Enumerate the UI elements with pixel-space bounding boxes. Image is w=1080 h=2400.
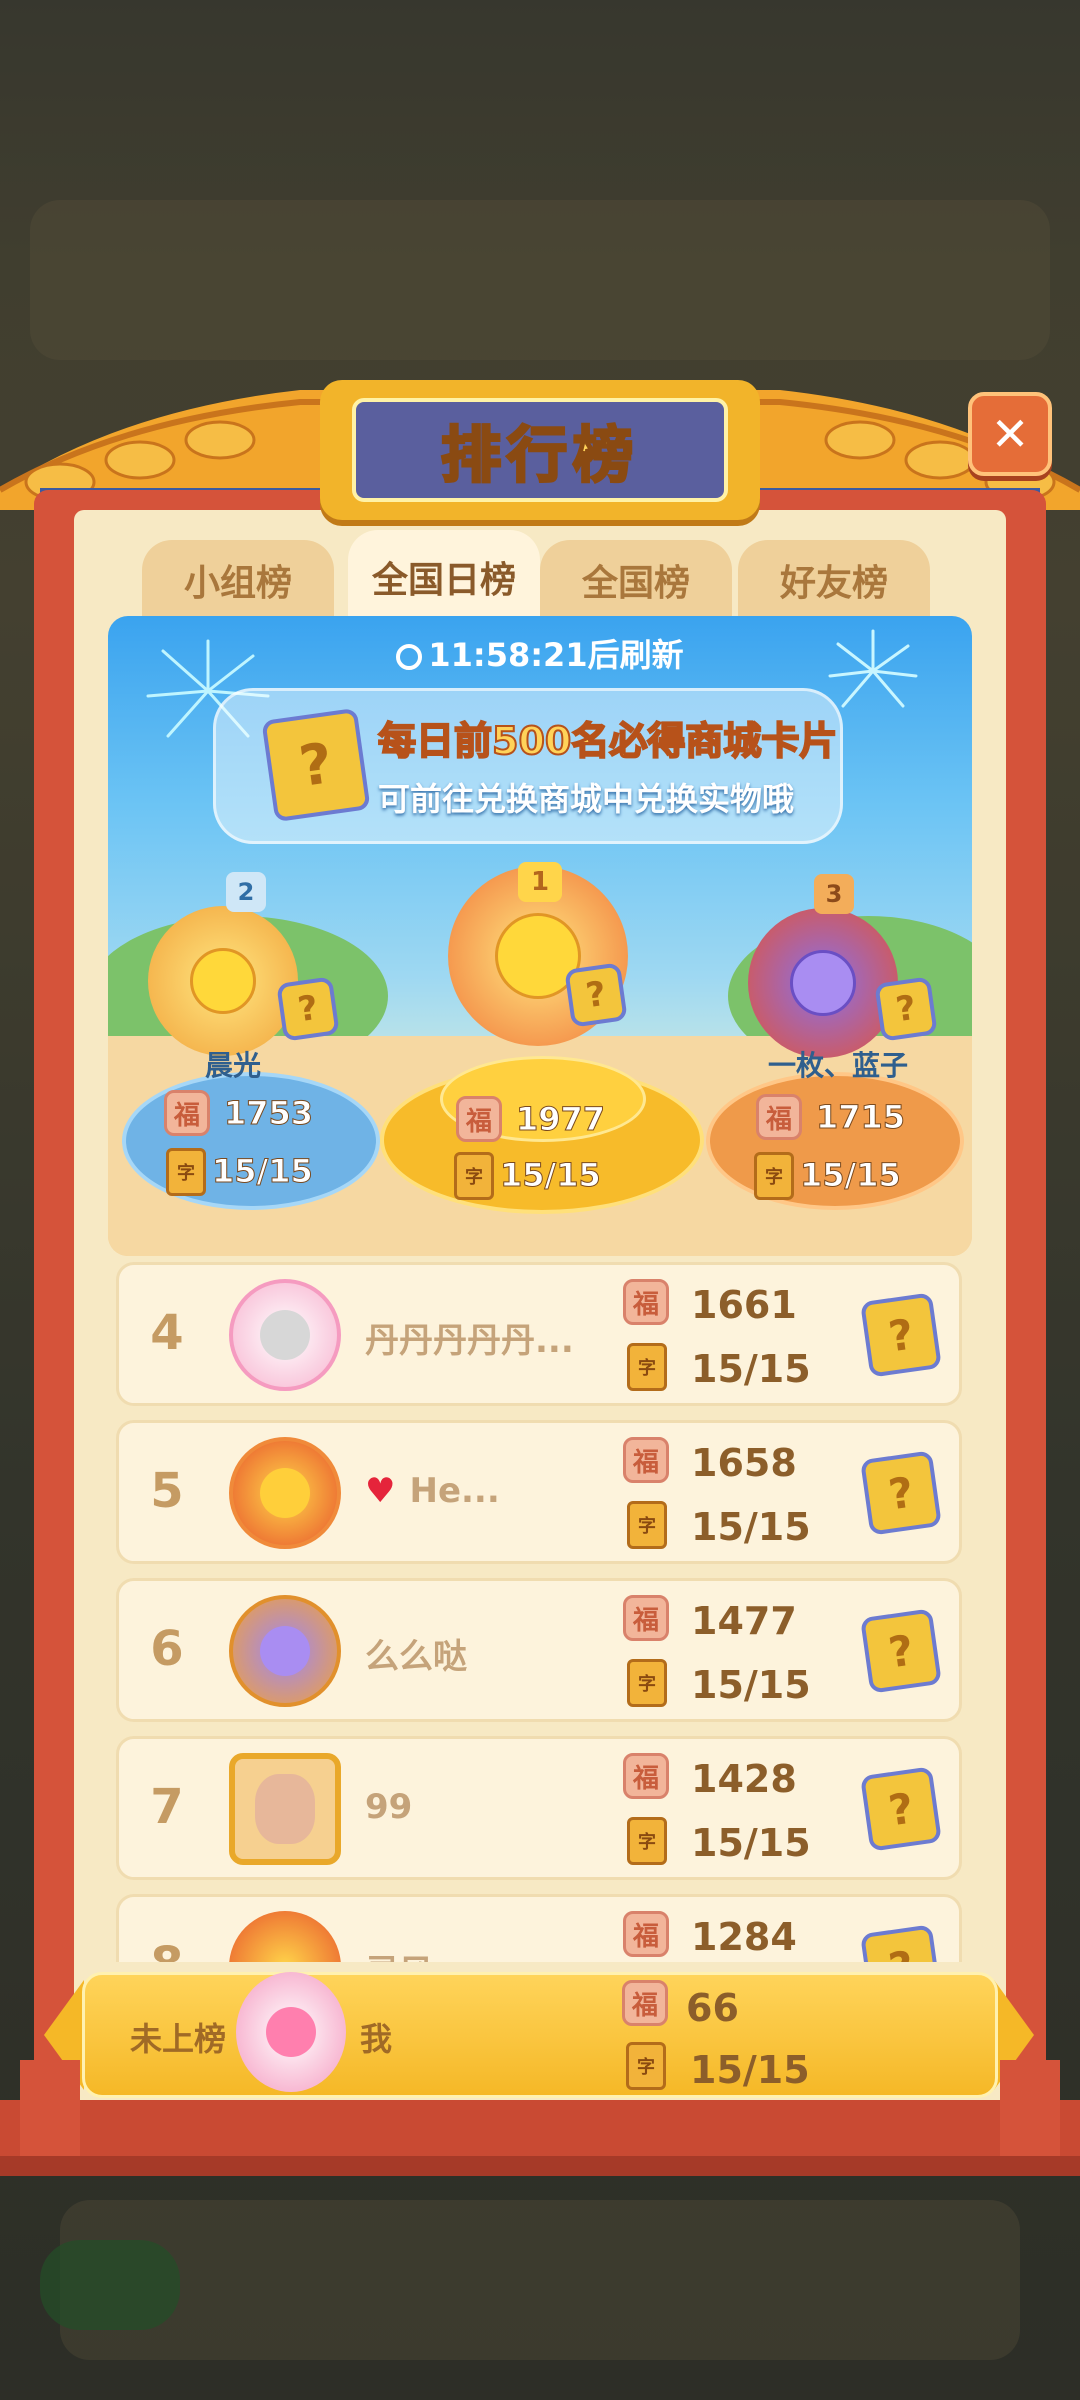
podium-score-second: 1753	[223, 1094, 314, 1133]
promo-line-1: 每日前500名必得商城卡片	[377, 718, 838, 764]
book-icon: 字	[627, 1817, 667, 1865]
avatar	[229, 1279, 341, 1391]
player-name: 丹丹丹丹丹...	[365, 1321, 574, 1361]
player-name-wrap: ♥ He...	[365, 1471, 605, 1511]
my-rank-label: 未上榜	[130, 2020, 227, 2058]
fortune-coin-icon: 福	[456, 1096, 502, 1142]
avatar-third	[748, 908, 898, 1058]
pagoda-base	[0, 2060, 1080, 2176]
rank-number: 5	[150, 1463, 184, 1519]
player-name: He...	[409, 1471, 500, 1511]
page-title: 排行榜	[440, 419, 639, 492]
list-item[interactable]: 5 ♥ He... 福 1658 字 15/15 ?	[116, 1420, 962, 1564]
crown-second: 2	[226, 872, 266, 912]
ranking-list[interactable]: 4 丹丹丹丹丹... 福 1661 字 15/15 ? 5 ♥ He... 福 1…	[116, 1262, 962, 1962]
rank-number: 6	[150, 1621, 184, 1677]
tab-friends[interactable]: 好友榜	[738, 540, 930, 620]
fortune-coin-icon: 福	[622, 1980, 668, 2026]
book-icon: 字	[754, 1152, 794, 1200]
avatar	[229, 1753, 341, 1865]
player-score: 1661	[691, 1283, 797, 1327]
fortune-coin-icon: 福	[623, 1437, 669, 1483]
podium-name-second: 晨光	[204, 1049, 261, 1082]
tab-national-daily[interactable]: 全国日榜	[348, 530, 540, 624]
rank-number: 4	[150, 1305, 184, 1361]
player-name: 灵风	[365, 1945, 605, 1962]
rank-number: 8	[137, 1937, 197, 1962]
player-progress: 15/15	[691, 1505, 811, 1549]
book-icon: 字	[166, 1148, 206, 1196]
tab-national[interactable]: 全国榜	[540, 540, 732, 620]
rank-number: 7	[150, 1779, 184, 1835]
player-progress: 15/15	[691, 1821, 811, 1865]
player-progress: 15/15	[691, 1347, 811, 1391]
fortune-coin-icon: 福	[623, 1911, 669, 1957]
list-item[interactable]: 4 丹丹丹丹丹... 福 1661 字 15/15 ?	[116, 1262, 962, 1406]
player-score: 1284	[691, 1915, 797, 1959]
podium-progress-third: 15/15	[800, 1156, 902, 1195]
book-icon: 字	[627, 1659, 667, 1707]
tab-group[interactable]: 小组榜	[142, 540, 334, 620]
player-progress: 15/15	[691, 1663, 811, 1707]
crown-first: 1	[518, 862, 562, 902]
book-icon: 字	[627, 1343, 667, 1391]
card-icon: ?	[860, 1924, 942, 1962]
fortune-coin-icon: 福	[623, 1595, 669, 1641]
avatar	[229, 1595, 341, 1707]
player-name: 么么哒	[365, 1637, 467, 1677]
my-score: 66	[686, 1986, 739, 2030]
player-name: 99	[365, 1787, 413, 1827]
player-score: 1658	[691, 1441, 797, 1485]
avatar-second	[148, 906, 298, 1056]
list-item[interactable]: 6 么么哒 福 1477 字 15/15 ?	[116, 1578, 962, 1722]
my-name: 我	[360, 2020, 393, 2058]
list-item[interactable]: 7 99 福 1428 字 15/15 ?	[116, 1736, 962, 1880]
book-icon: 字	[627, 1501, 667, 1549]
refresh-timer: 11:58:21后刷新	[108, 630, 972, 676]
podium-progress-second: 15/15	[212, 1152, 314, 1191]
fortune-coin-icon: 福	[623, 1753, 669, 1799]
podium-name-third: 一枚、蓝子	[767, 1049, 908, 1082]
timer-text: 11:58:21后刷新	[428, 636, 684, 674]
close-icon: ✕	[990, 407, 1030, 461]
player-score: 1428	[691, 1757, 797, 1801]
promo-line-2: 可前往兑换商城中兑换实物哦	[378, 780, 795, 818]
fortune-coin-icon: 福	[623, 1279, 669, 1325]
title-plaque-inner: 排行榜	[352, 398, 728, 502]
crown-third: 3	[814, 874, 854, 914]
clock-icon	[396, 644, 423, 670]
card-icon: ?	[564, 962, 628, 1028]
card-icon: ?	[276, 976, 340, 1042]
book-icon: 字	[454, 1152, 494, 1200]
card-icon: ?	[874, 976, 938, 1042]
fortune-coin-icon: 福	[756, 1094, 802, 1140]
podium-progress-first: 15/15	[500, 1156, 602, 1195]
list-item[interactable]: 8 灵风 福 1284 ?	[116, 1894, 962, 1962]
card-icon: ?	[860, 1608, 942, 1694]
podium-score-third: 1715	[815, 1098, 906, 1137]
avatar	[229, 1437, 341, 1549]
close-button[interactable]: ✕	[968, 392, 1052, 476]
fortune-coin-icon: 福	[164, 1090, 210, 1136]
top-banner: 11:58:21后刷新 ? 每日前500名必得商城卡片 可前往兑换商城中兑换实物…	[108, 616, 972, 1256]
podium-score-first: 1977	[515, 1100, 606, 1139]
heart-icon: ♥	[365, 1471, 396, 1511]
player-score: 1477	[691, 1599, 797, 1643]
card-icon: ?	[860, 1450, 942, 1536]
card-icon: ?	[860, 1766, 942, 1852]
avatar	[229, 1911, 341, 1962]
card-icon: ?	[261, 707, 371, 823]
card-icon: ?	[860, 1292, 942, 1378]
